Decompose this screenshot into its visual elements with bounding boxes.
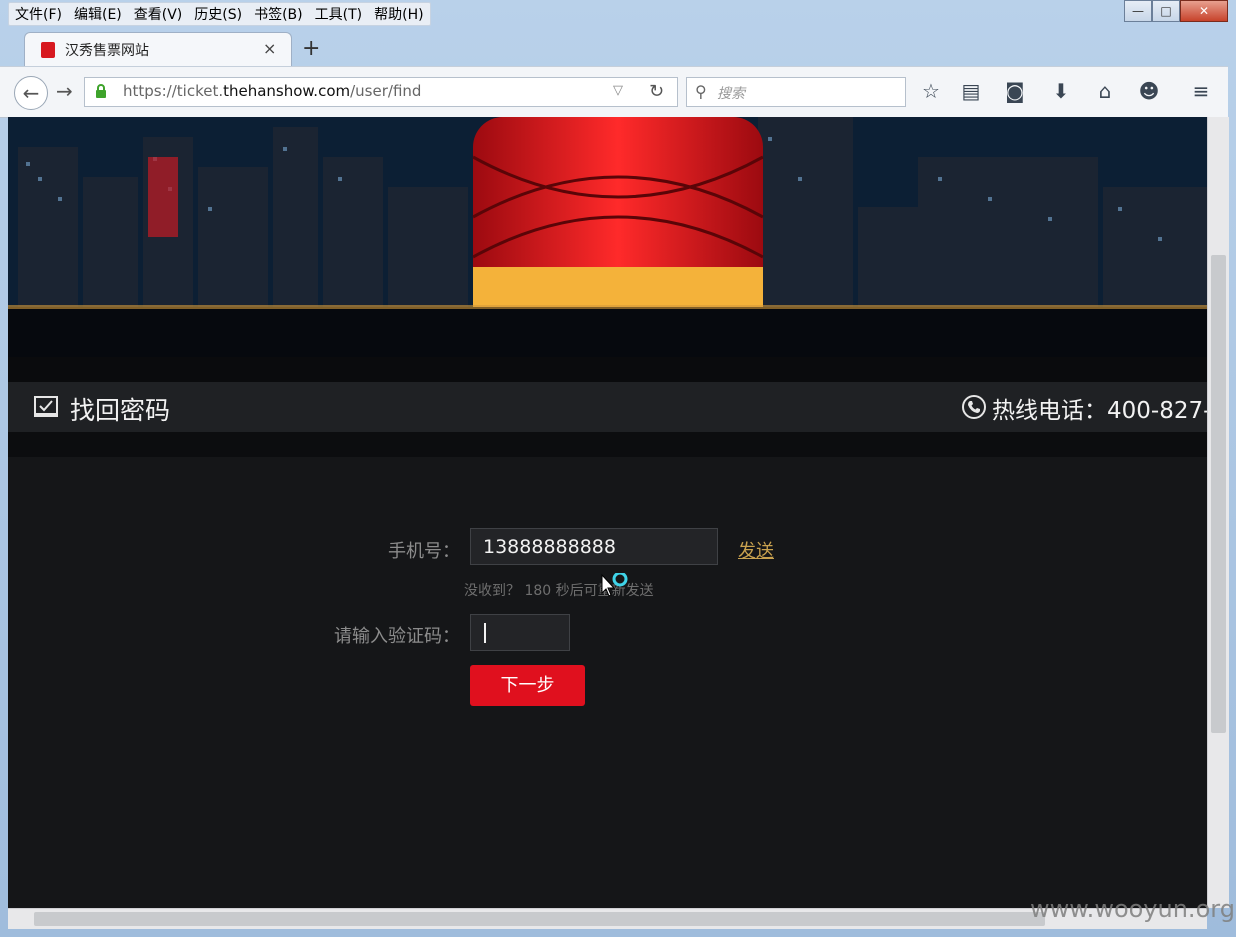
send-code-link[interactable]: 发送 <box>738 537 774 563</box>
menu-edit[interactable]: 编辑(E) <box>68 3 128 25</box>
menu-help[interactable]: 帮助(H) <box>368 3 429 25</box>
site-favicon-icon <box>41 42 55 58</box>
browser-window: 文件(F) 编辑(E) 查看(V) 历史(S) 书签(B) 工具(T) 帮助(H… <box>0 0 1236 937</box>
phone-icon <box>962 395 986 419</box>
verification-code-label: 请输入验证码： <box>334 626 460 647</box>
url-dropdown-icon[interactable]: ▽ <box>613 83 623 98</box>
check-box-icon <box>34 396 58 417</box>
forward-button[interactable]: → <box>56 79 73 103</box>
phone-label: 手机号： <box>388 541 460 562</box>
address-bar[interactable]: https://ticket.thehanshow.com/user/find … <box>84 77 678 107</box>
title-divider <box>8 432 1207 457</box>
next-step-button[interactable]: 下一步 <box>470 665 585 706</box>
star-icon[interactable]: ☆ <box>918 79 944 103</box>
back-arrow-icon: ← <box>22 81 40 105</box>
tab-active[interactable]: 汉秀售票网站 × <box>24 32 292 67</box>
navigation-toolbar: ← → https://ticket.thehanshow.com/user/f… <box>0 66 1228 118</box>
search-icon: ⚲ <box>695 82 707 101</box>
watermark: www.wooyun.org <box>1030 895 1235 923</box>
close-window-button[interactable]: ✕ <box>1180 0 1228 22</box>
hotline-text: 热线电话：400-827-0 <box>992 398 1207 424</box>
pocket-icon[interactable]: ◙ <box>1002 79 1028 103</box>
menu-bar: 文件(F) 编辑(E) 查看(V) 历史(S) 书签(B) 工具(T) 帮助(H… <box>8 2 431 26</box>
banner-image <box>8 117 1207 357</box>
menu-file[interactable]: 文件(F) <box>9 3 68 25</box>
menu-icon[interactable]: ≡ <box>1188 79 1214 103</box>
url-prefix: https://ticket. <box>123 82 224 100</box>
back-button[interactable]: ← <box>14 76 48 110</box>
download-icon[interactable]: ⬇ <box>1048 79 1074 103</box>
menu-bookmarks[interactable]: 书签(B) <box>248 3 309 25</box>
vertical-scroll-thumb[interactable] <box>1211 255 1226 733</box>
menu-view[interactable]: 查看(V) <box>128 3 189 25</box>
vertical-scrollbar[interactable] <box>1207 117 1229 908</box>
home-icon[interactable]: ⌂ <box>1092 79 1118 103</box>
smiley-icon[interactable]: ☻ <box>1136 79 1162 103</box>
text-caret <box>484 623 486 643</box>
phone-input[interactable]: 13888888888 <box>470 528 718 565</box>
city-skyline-illustration <box>8 117 1207 357</box>
reading-list-icon[interactable]: ▤ <box>958 79 984 103</box>
page-title-bar: 找回密码 热线电话：400-827-0 <box>8 382 1207 432</box>
tab-close-icon[interactable]: × <box>263 39 276 58</box>
reload-icon[interactable]: ↻ <box>649 81 664 102</box>
page-title: 找回密码 <box>70 396 171 425</box>
lock-icon <box>96 84 106 98</box>
search-placeholder: 搜索 <box>717 86 745 102</box>
horizontal-scroll-thumb[interactable] <box>34 912 1045 926</box>
url-path: /user/find <box>350 82 422 100</box>
busy-cursor-icon <box>601 573 628 597</box>
url-host: thehanshow.com <box>223 82 351 100</box>
verification-code-input[interactable] <box>470 614 570 651</box>
new-tab-button[interactable]: + <box>302 36 320 61</box>
url-text: https://ticket.thehanshow.com/user/find <box>123 82 421 100</box>
minimize-button[interactable]: — <box>1124 0 1152 22</box>
menu-history[interactable]: 历史(S) <box>188 3 248 25</box>
maximize-button[interactable]: □ <box>1152 0 1180 22</box>
page-content: 找回密码 热线电话：400-827-0 手机号： 13888888888 发送 … <box>8 117 1207 908</box>
search-bar[interactable]: ⚲ 搜索 <box>686 77 906 107</box>
window-controls: — □ ✕ <box>1124 0 1228 22</box>
tab-title: 汉秀售票网站 <box>65 43 149 59</box>
horizontal-scrollbar[interactable] <box>8 908 1207 929</box>
menu-tools[interactable]: 工具(T) <box>309 3 368 25</box>
banner-divider <box>8 357 1207 382</box>
